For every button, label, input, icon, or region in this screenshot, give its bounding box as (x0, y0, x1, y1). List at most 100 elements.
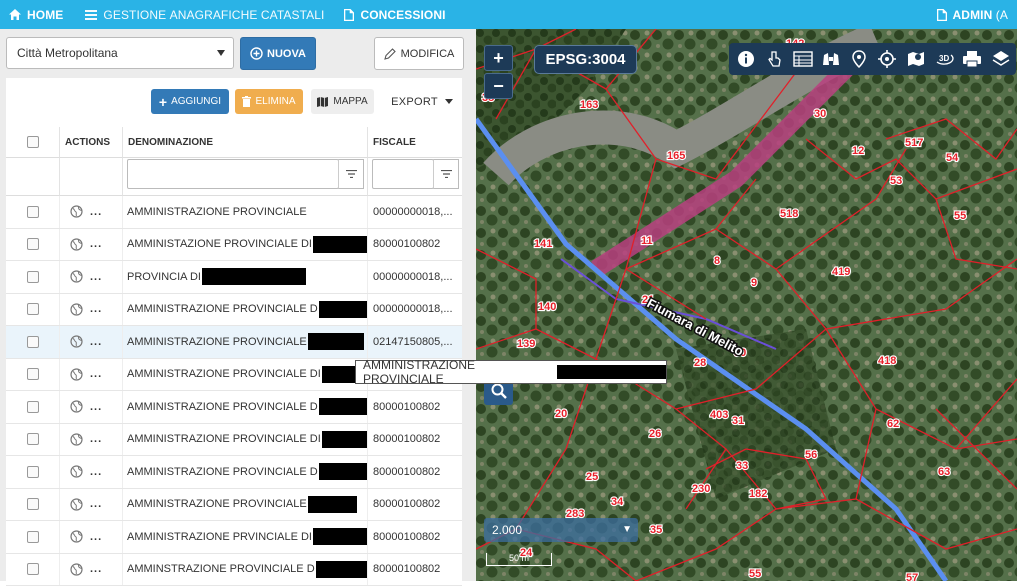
layers-icon[interactable] (988, 46, 1014, 72)
3d-icon[interactable]: 3D (931, 46, 957, 72)
denominazione-filter-button[interactable] (338, 159, 364, 189)
table-row[interactable]: ...AMMINISTAZIONE PROVINCIALE DI80000100… (6, 229, 462, 262)
scale-select[interactable]: 2.000 ▼ (484, 518, 638, 542)
globe-icon[interactable] (70, 368, 83, 381)
nuova-button[interactable]: NUOVA (240, 37, 316, 70)
row-checkbox[interactable] (27, 303, 39, 315)
globe-icon[interactable] (70, 335, 83, 348)
map-canvas[interactable]: 3816330165125175453555181114184199140211… (476, 29, 1017, 581)
row-more-button[interactable]: ... (90, 271, 102, 283)
plus-icon: + (159, 97, 167, 107)
globe-icon[interactable] (70, 563, 83, 576)
denominazione-text: AMMINSTRAZIONE PROVINCIALE D (127, 563, 315, 575)
header-select-all[interactable] (6, 127, 60, 158)
globe-icon[interactable] (70, 205, 83, 218)
denominazione-filter-input[interactable] (127, 159, 339, 189)
row-checkbox[interactable] (27, 401, 39, 413)
table-icon[interactable] (790, 46, 816, 72)
header-fiscale[interactable]: FISCALE (368, 127, 462, 158)
row-checkbox[interactable] (27, 531, 39, 543)
table-row[interactable]: ...AMMINISTRAZIONE PROVINCIALE0000000001… (6, 196, 462, 229)
fiscale-text: 02147150805,... (373, 336, 453, 348)
globe-icon[interactable] (70, 400, 83, 413)
nav-gestione-anagrafiche[interactable]: GESTIONE ANAGRAFICHE CATASTALI (76, 0, 333, 29)
globe-icon[interactable] (70, 530, 83, 543)
table-row[interactable]: ...AMMINISTRAZIONE PROVINCIALE8000010080… (6, 489, 462, 522)
row-more-button[interactable]: ... (90, 303, 102, 315)
row-checkbox-cell (6, 391, 60, 423)
crosshair-icon[interactable] (874, 46, 900, 72)
zoom-in-button[interactable]: + (484, 45, 513, 71)
mappa-button[interactable]: MAPPA (311, 89, 374, 114)
table-row[interactable]: ...AMMINISTRAZIONE PROVINCIALE DI8000010… (6, 424, 462, 457)
row-checkbox[interactable] (27, 271, 39, 283)
fiscale-filter-input[interactable] (372, 159, 434, 189)
row-more-button[interactable]: ... (90, 498, 102, 510)
fiscale-filter-button[interactable] (433, 159, 459, 189)
row-more-button[interactable]: ... (90, 466, 102, 478)
nav-admin[interactable]: ADMIN (A (928, 0, 1017, 29)
row-checkbox[interactable] (27, 433, 39, 445)
row-more-button[interactable]: ... (90, 238, 102, 250)
header-denominazione[interactable]: DENOMINAZIONE (123, 127, 368, 158)
globe-icon[interactable] (70, 238, 83, 251)
map-pin-icon[interactable] (903, 46, 929, 72)
table-row[interactable]: ...PROVINCIA DI00000000018,... (6, 261, 462, 294)
denominazione-text: AMMINISTRAZIONE PRVINCIALE DI (127, 531, 312, 543)
row-checkbox[interactable] (27, 498, 39, 510)
parcel-label: 139 (517, 338, 535, 350)
row-more-button[interactable]: ... (90, 206, 102, 218)
row-more-button[interactable]: ... (90, 531, 102, 543)
row-more-button[interactable]: ... (90, 336, 102, 348)
caret-down-icon: ▼ (622, 524, 632, 535)
row-actions-cell: ... (60, 359, 123, 391)
zoom-out-button[interactable]: − (484, 73, 513, 99)
print-icon[interactable] (959, 46, 985, 72)
map-view[interactable]: 3816330165125175453555181114184199140211… (476, 29, 1017, 581)
row-more-button[interactable]: ... (90, 433, 102, 445)
row-fiscale: 80000100802 (368, 229, 462, 261)
row-checkbox-cell (6, 489, 60, 521)
row-checkbox[interactable] (27, 238, 39, 250)
row-more-button[interactable]: ... (90, 401, 102, 413)
globe-icon[interactable] (70, 498, 83, 511)
row-more-button[interactable]: ... (90, 368, 102, 380)
row-checkbox[interactable] (27, 206, 39, 218)
parcel-label: 140 (538, 301, 556, 313)
elimina-label: ELIMINA (255, 96, 295, 107)
select-all-checkbox[interactable] (27, 136, 39, 148)
redaction-block (319, 301, 367, 318)
globe-icon[interactable] (70, 433, 83, 446)
globe-icon[interactable] (70, 465, 83, 478)
elimina-button[interactable]: ELIMINA (235, 89, 303, 114)
hand-pointer-icon[interactable] (761, 46, 787, 72)
table-row[interactable]: ...AMMINISTRAZIONE PROVINCIALE0214715080… (6, 326, 462, 359)
map-toolbar: 3D (729, 43, 1016, 75)
marker-icon[interactable] (846, 46, 872, 72)
row-checkbox[interactable] (27, 336, 39, 348)
parcel-label: 141 (534, 238, 552, 250)
nav-concessioni[interactable]: CONCESSIONI (335, 0, 454, 29)
table-row[interactable]: ...AMMINISTRAZIONE PROVINCIALE D80000100… (6, 391, 462, 424)
ente-select[interactable]: Città Metropolitana (6, 37, 234, 69)
row-checkbox[interactable] (27, 466, 39, 478)
table-row[interactable]: ...AMMINISTRAZIONE PRVINCIALE DI80000100… (6, 521, 462, 554)
globe-icon[interactable] (70, 270, 83, 283)
binoculars-icon[interactable] (818, 46, 844, 72)
table-row[interactable]: ...AMMINISTRAZIONE PROVINCIALE D00000000… (6, 294, 462, 327)
export-dropdown[interactable]: EXPORT (386, 89, 458, 114)
nav-home[interactable]: HOME (0, 0, 72, 29)
aggiungi-button[interactable]: + AGGIUNGI (151, 89, 229, 114)
table-row[interactable]: ...AMMINSTRAZIONE PROVINCIALE D800001008… (6, 554, 462, 586)
file-icon (937, 9, 947, 21)
row-actions-cell: ... (60, 326, 123, 358)
table-row[interactable]: ...AMMINISTRAZIONE PROVINCIALE D80000100… (6, 456, 462, 489)
redaction-block (202, 268, 306, 285)
modifica-button[interactable]: MODIFICA (374, 37, 464, 70)
row-checkbox[interactable] (27, 563, 39, 575)
info-icon[interactable] (733, 46, 759, 72)
globe-icon[interactable] (70, 303, 83, 316)
row-checkbox[interactable] (27, 368, 39, 380)
row-more-button[interactable]: ... (90, 563, 102, 575)
tooltip-text: AMMINISTRAZIONE PROVINCIALE (363, 358, 556, 386)
